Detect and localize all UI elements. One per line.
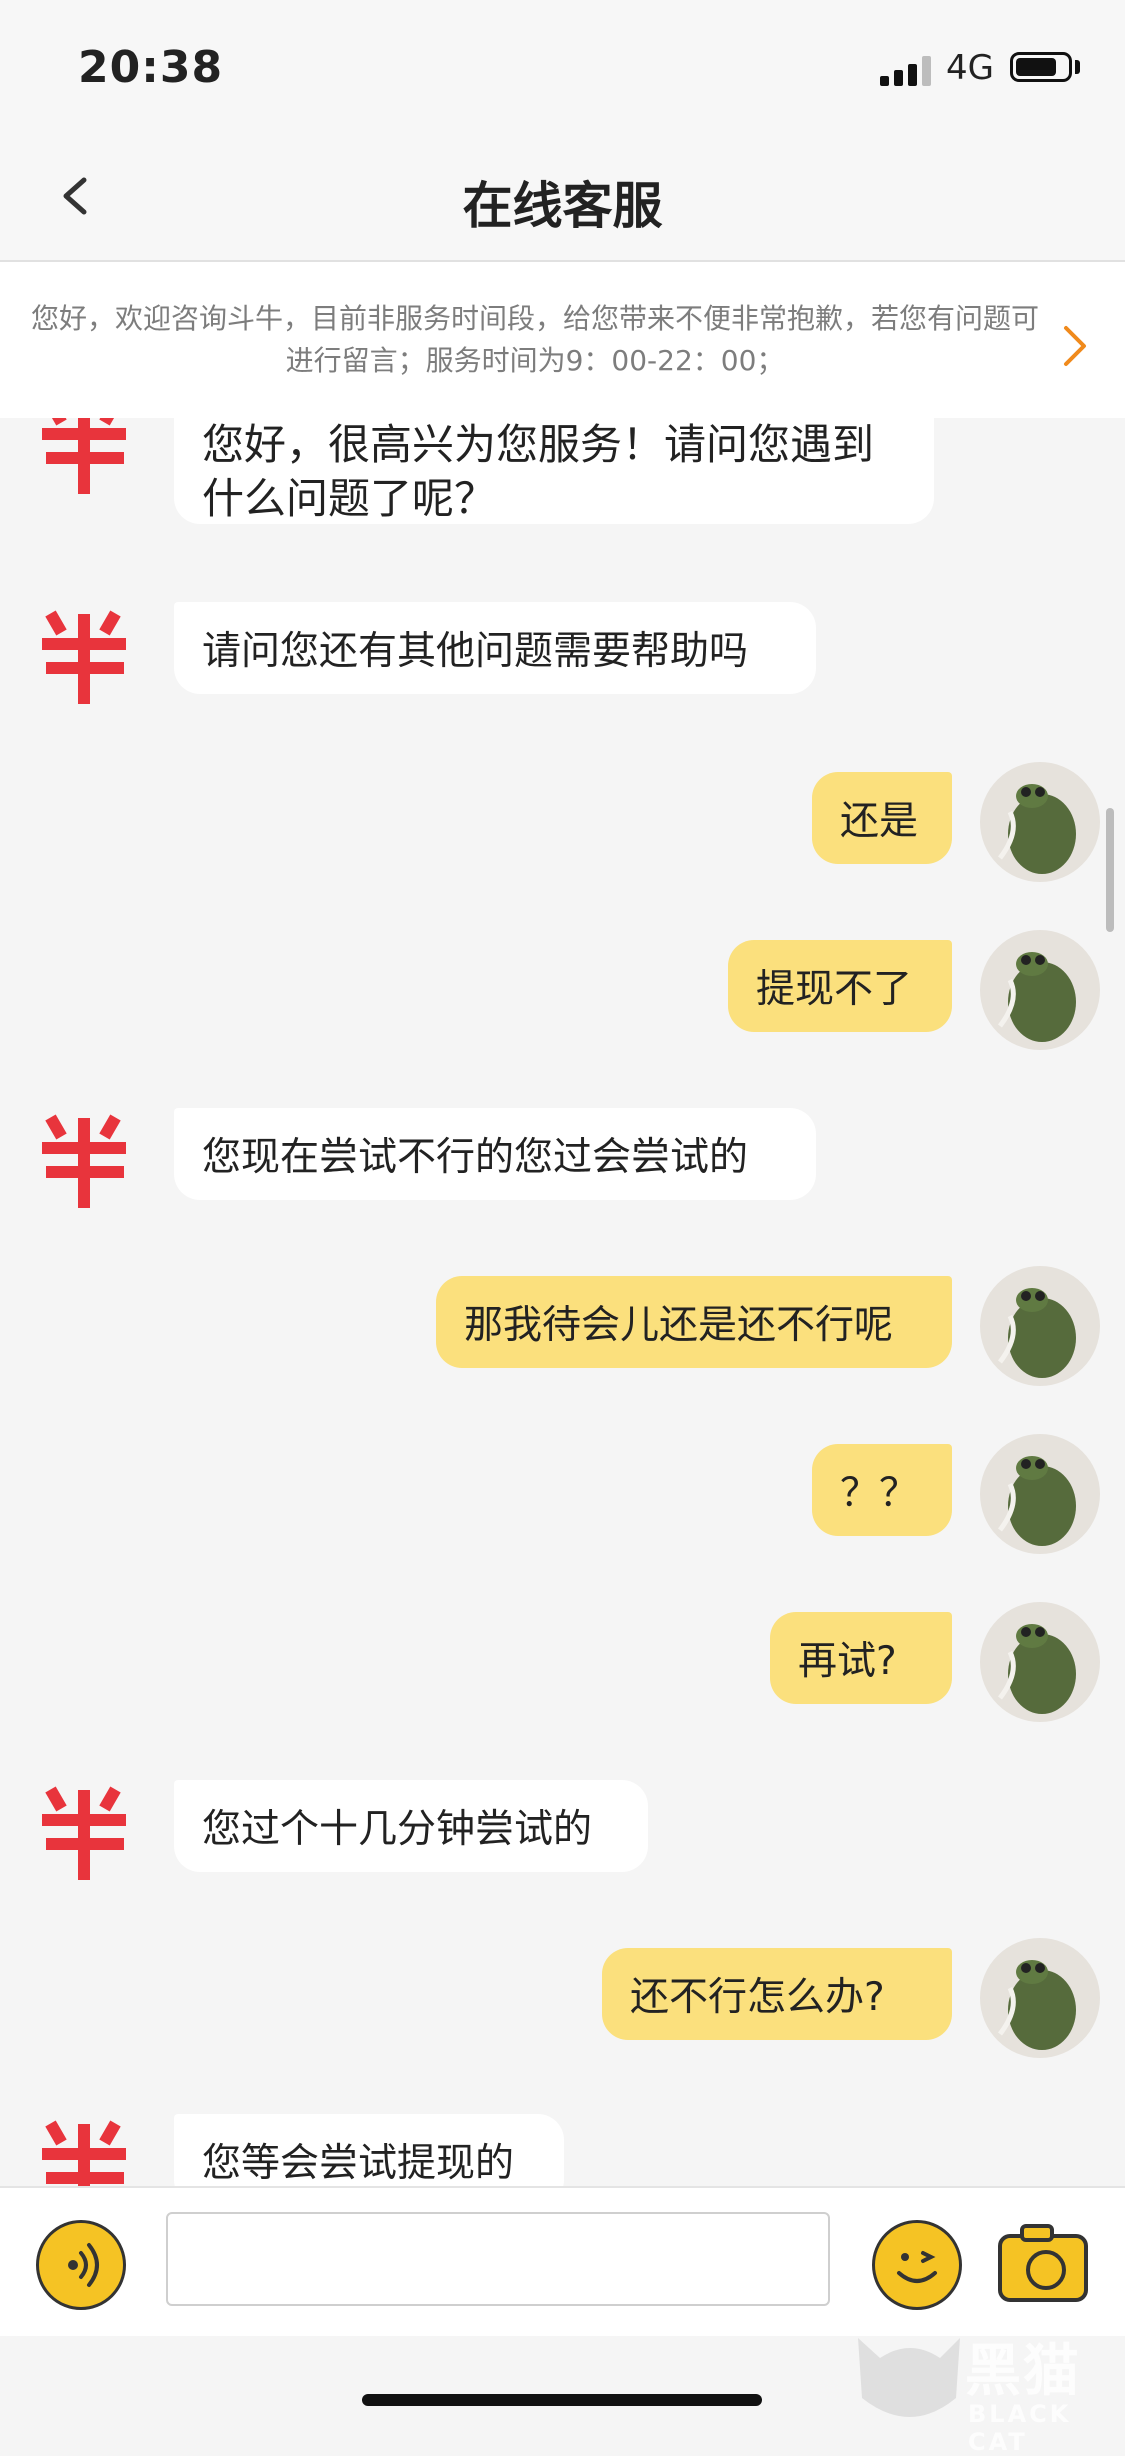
agent-logo-icon xyxy=(42,2120,126,2186)
agent-message-bubble: 您等会尝试提现的 xyxy=(174,2114,564,2186)
camera-icon[interactable] xyxy=(996,2220,1090,2304)
scrollbar[interactable] xyxy=(1106,808,1114,932)
user-message-bubble: 还是 xyxy=(812,772,952,864)
frog-avatar-icon xyxy=(997,1456,1076,1546)
home-indicator[interactable] xyxy=(362,2394,762,2406)
battery-icon xyxy=(1010,52,1072,82)
user-message-bubble: 再试? xyxy=(770,1612,952,1704)
smiley-icon xyxy=(897,2251,937,2283)
battery-cap xyxy=(1075,60,1080,74)
chat-list[interactable]: 您好，很高兴为您服务！请问您遇到什么问题了呢？ 请问您还有其他问题需要帮助吗 还… xyxy=(0,418,1125,2186)
user-message-bubble: ？？ xyxy=(812,1444,952,1536)
input-bar xyxy=(0,2186,1125,2336)
frog-avatar-icon xyxy=(997,1288,1076,1378)
network-type: 4G xyxy=(946,48,994,88)
nav-bar: 在线客服 xyxy=(0,132,1125,262)
voice-icon xyxy=(68,2243,99,2287)
frog-avatar-icon xyxy=(997,784,1076,874)
message-input[interactable] xyxy=(166,2212,830,2306)
agent-logo-icon xyxy=(42,1114,126,1208)
agent-message-bubble: 您现在尝试不行的您过会尝试的 xyxy=(174,1108,816,1200)
notice-text: 您好，欢迎咨询斗牛，目前非服务时间段，给您带来不便非常抱歉，若您有问题可进行留言… xyxy=(30,302,1039,377)
voice-button[interactable] xyxy=(36,2220,126,2310)
agent-message-bubble: 您过个十几分钟尝试的 xyxy=(174,1780,648,1872)
user-message-bubble: 还不行怎么办? xyxy=(602,1948,952,2040)
user-avatar[interactable] xyxy=(980,1938,1100,2058)
user-avatar[interactable] xyxy=(980,930,1100,1050)
emoji-button[interactable] xyxy=(872,2220,962,2310)
agent-message-bubble: 您好，很高兴为您服务！请问您遇到什么问题了呢？ xyxy=(174,418,934,524)
status-bar: 20:38 4G xyxy=(0,0,1125,132)
user-avatar[interactable] xyxy=(980,762,1100,882)
agent-logo-icon xyxy=(42,610,126,704)
frog-avatar-icon xyxy=(997,952,1076,1042)
watermark-subtext: BLACK CAT xyxy=(968,2400,1072,2456)
status-time: 20:38 xyxy=(78,42,224,93)
watermark-text: 黑猫 xyxy=(965,2339,1081,2404)
frog-avatar-icon xyxy=(997,1624,1076,1714)
user-message-bubble: 那我待会儿还是还不行呢 xyxy=(436,1276,952,1368)
signal-icon xyxy=(880,56,932,86)
agent-logo-icon xyxy=(42,1786,126,1880)
user-avatar[interactable] xyxy=(980,1602,1100,1722)
user-avatar[interactable] xyxy=(980,1266,1100,1386)
chevron-right-icon[interactable] xyxy=(1060,324,1090,368)
user-avatar[interactable] xyxy=(980,1434,1100,1554)
service-notice[interactable]: 您好，欢迎咨询斗牛，目前非服务时间段，给您带来不便非常抱歉，若您有问题可进行留言… xyxy=(0,262,1125,418)
page-title: 在线客服 xyxy=(462,177,663,235)
user-message-bubble: 提现不了 xyxy=(728,940,952,1032)
agent-logo-icon xyxy=(42,418,126,494)
frog-avatar-icon xyxy=(997,1960,1076,2050)
agent-message-bubble: 请问您还有其他问题需要帮助吗 xyxy=(174,602,816,694)
